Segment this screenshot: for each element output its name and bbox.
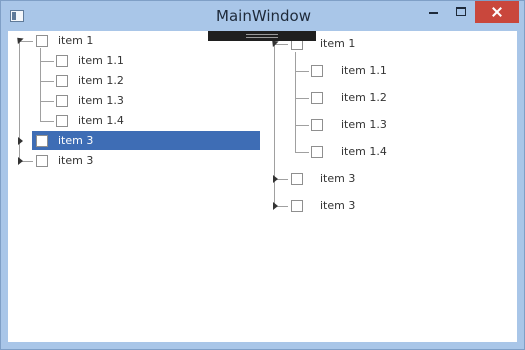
tree-line (40, 121, 54, 122)
grip-icon (246, 34, 278, 38)
tree-line (19, 41, 33, 42)
tree-item-label[interactable]: item 1.4 (78, 114, 124, 127)
checkbox[interactable] (311, 65, 323, 77)
tree-item-label[interactable]: item 3 (320, 199, 355, 212)
close-button[interactable] (475, 1, 519, 23)
checkbox[interactable] (291, 173, 303, 185)
tree-line (295, 152, 309, 153)
checkbox[interactable] (311, 146, 323, 158)
splitter-handle[interactable] (208, 31, 316, 41)
tree-item-label[interactable]: item 1.2 (341, 91, 387, 104)
tree-line (295, 98, 309, 99)
expander-collapsed-icon[interactable] (18, 137, 23, 145)
tree-item-label[interactable]: item 3 (58, 134, 93, 147)
checkbox[interactable] (56, 95, 68, 107)
tree-item-label[interactable]: item 1.3 (78, 94, 124, 107)
tree-line (40, 101, 54, 102)
maximize-button[interactable] (447, 1, 475, 23)
checkbox[interactable] (36, 155, 48, 167)
checkbox[interactable] (56, 55, 68, 67)
tree-line (295, 125, 309, 126)
checkbox[interactable] (291, 200, 303, 212)
tree-item-label[interactable]: item 1.1 (341, 64, 387, 77)
checkbox[interactable] (311, 92, 323, 104)
expander-collapsed-icon[interactable] (18, 157, 23, 165)
tree-item-label[interactable]: item 1.2 (78, 74, 124, 87)
checkbox[interactable] (36, 35, 48, 47)
expander-collapsed-icon[interactable] (273, 202, 278, 210)
tree-item-label[interactable]: item 1 (320, 37, 355, 50)
tree-line (40, 61, 54, 62)
tree-item-label[interactable]: item 1 (58, 34, 93, 47)
checkbox[interactable] (36, 135, 48, 147)
checkbox[interactable] (311, 119, 323, 131)
tree-item-label[interactable]: item 3 (58, 154, 93, 167)
tree-item-label[interactable]: item 1.3 (341, 118, 387, 131)
tree-item-label[interactable]: item 3 (320, 172, 355, 185)
tree-line (295, 71, 309, 72)
tree-item-label[interactable]: item 1.4 (341, 145, 387, 158)
tree-line (274, 44, 288, 45)
tree-line (40, 81, 54, 82)
minimize-button[interactable] (419, 1, 447, 23)
checkbox[interactable] (56, 75, 68, 87)
tree-line (40, 48, 41, 121)
tree-line (295, 52, 296, 152)
expander-collapsed-icon[interactable] (273, 175, 278, 183)
checkbox[interactable] (56, 115, 68, 127)
tree-item-label[interactable]: item 1.1 (78, 54, 124, 67)
title-bar[interactable]: MainWindow (1, 1, 525, 31)
